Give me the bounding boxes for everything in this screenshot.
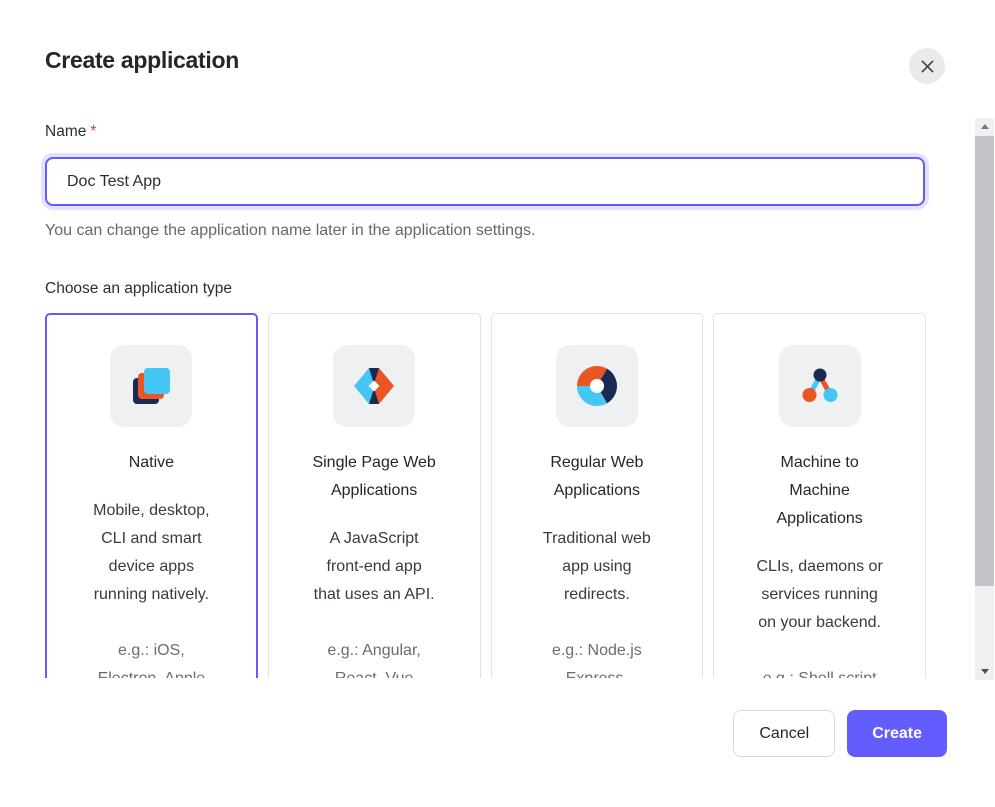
x-icon (920, 59, 935, 74)
card-examples: e.g.: iOS, Electron, Apple (59, 637, 244, 678)
scrollbar-down-button[interactable] (975, 663, 994, 680)
app-type-card-native[interactable]: Native Mobile, desktop, CLI and smart de… (45, 313, 258, 678)
create-button[interactable]: Create (847, 710, 947, 757)
scrollbar[interactable] (975, 118, 994, 680)
stacked-squares-icon (110, 345, 192, 427)
cancel-button[interactable]: Cancel (733, 710, 835, 757)
triangle-down-icon (981, 669, 989, 674)
card-title: Single Page Web Applications (282, 449, 467, 505)
card-examples: e.g.: Shell script (727, 665, 912, 678)
app-type-card-regular-web[interactable]: Regular Web Applications Traditional web… (491, 313, 704, 678)
triangle-up-icon (981, 124, 989, 129)
application-type-label: Choose an application type (45, 280, 232, 298)
card-examples: e.g.: Node.js Express, (505, 637, 690, 678)
app-type-card-spa[interactable]: Single Page Web Applications A JavaScrip… (268, 313, 481, 678)
dialog-footer: Cancel Create (733, 710, 947, 757)
scrollbar-up-button[interactable] (975, 118, 994, 135)
name-label: Name (45, 123, 86, 140)
close-button[interactable] (909, 48, 945, 84)
donut-swirl-icon (556, 345, 638, 427)
card-title: Native (59, 449, 244, 477)
app-type-card-m2m[interactable]: Machine to Machine Applications CLIs, da… (713, 313, 926, 678)
card-description: Traditional web app using redirects. (505, 525, 690, 609)
card-examples: e.g.: Angular, React, Vue (282, 637, 467, 678)
card-description: A JavaScript front-end app that uses an … (282, 525, 467, 609)
create-application-dialog: Create application Name* You can change … (0, 0, 995, 807)
scrollbar-thumb[interactable] (975, 136, 994, 586)
card-title: Machine to Machine Applications (727, 449, 912, 533)
card-title: Regular Web Applications (505, 449, 690, 505)
card-description: CLIs, daemons or services running on you… (727, 553, 912, 637)
name-label-row: Name* (45, 123, 96, 141)
card-description: Mobile, desktop, CLI and smart device ap… (59, 497, 244, 609)
name-helper-text: You can change the application name late… (45, 222, 535, 240)
linked-nodes-icon (779, 345, 861, 427)
application-type-cards: Native Mobile, desktop, CLI and smart de… (45, 313, 926, 678)
dialog-title: Create application (45, 47, 239, 74)
name-input[interactable] (45, 157, 925, 206)
double-diamond-icon (333, 345, 415, 427)
required-asterisk: * (90, 123, 96, 140)
